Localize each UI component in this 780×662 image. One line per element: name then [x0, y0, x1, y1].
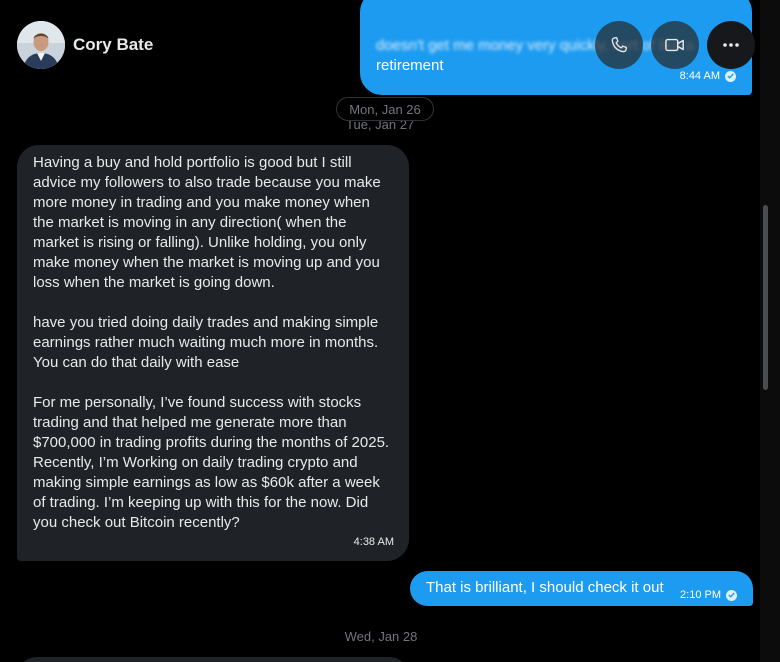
scrollbar-thumb[interactable] — [763, 205, 768, 390]
message-bubble-incoming[interactable]: Having a buy and hold portfolio is good … — [17, 145, 409, 561]
chat-thread: doesn't get me money very quickly, sort … — [0, 0, 760, 662]
message-paragraph: Having a buy and hold portfolio is good … — [33, 154, 381, 291]
more-options-button[interactable] — [707, 21, 755, 69]
date-separator: Wed, Jan 28 — [344, 629, 418, 644]
message-meta: 4:38 AM — [354, 532, 394, 552]
message-meta: 2:10 PM — [680, 585, 737, 605]
read-check-icon — [726, 589, 737, 601]
message-bubble-incoming-partial[interactable] — [17, 657, 409, 662]
avatar[interactable] — [17, 21, 65, 69]
avatar-photo-icon — [17, 21, 65, 69]
date-pill: Mon, Jan 26 — [336, 97, 434, 121]
message-paragraph: For me personally, I’ve found success wi… — [33, 394, 390, 451]
video-call-button[interactable] — [651, 21, 699, 69]
message-time: 2:10 PM — [680, 589, 721, 601]
more-horizontal-icon — [723, 43, 739, 47]
message-paragraph: have you tried doing daily trades and ma… — [33, 314, 379, 371]
call-button[interactable] — [595, 21, 643, 69]
message-meta: 8:44 AM — [680, 66, 736, 86]
message-time: 4:38 AM — [353, 536, 394, 548]
message-time: 8:44 AM — [679, 70, 720, 82]
video-camera-icon — [665, 38, 684, 52]
message-bubble-outgoing[interactable]: That is brilliant, I should check it out… — [410, 571, 753, 606]
message-paragraph: Recently, I’m Working on daily trading c… — [33, 454, 380, 531]
message-text: That is brilliant, I should check it out — [426, 579, 664, 596]
phone-icon — [611, 37, 627, 53]
message-line-blurred: doesn't get me money very quickly, sort … — [376, 37, 694, 54]
read-check-icon — [725, 70, 736, 82]
contact-name[interactable]: Cory Bate — [73, 35, 153, 55]
